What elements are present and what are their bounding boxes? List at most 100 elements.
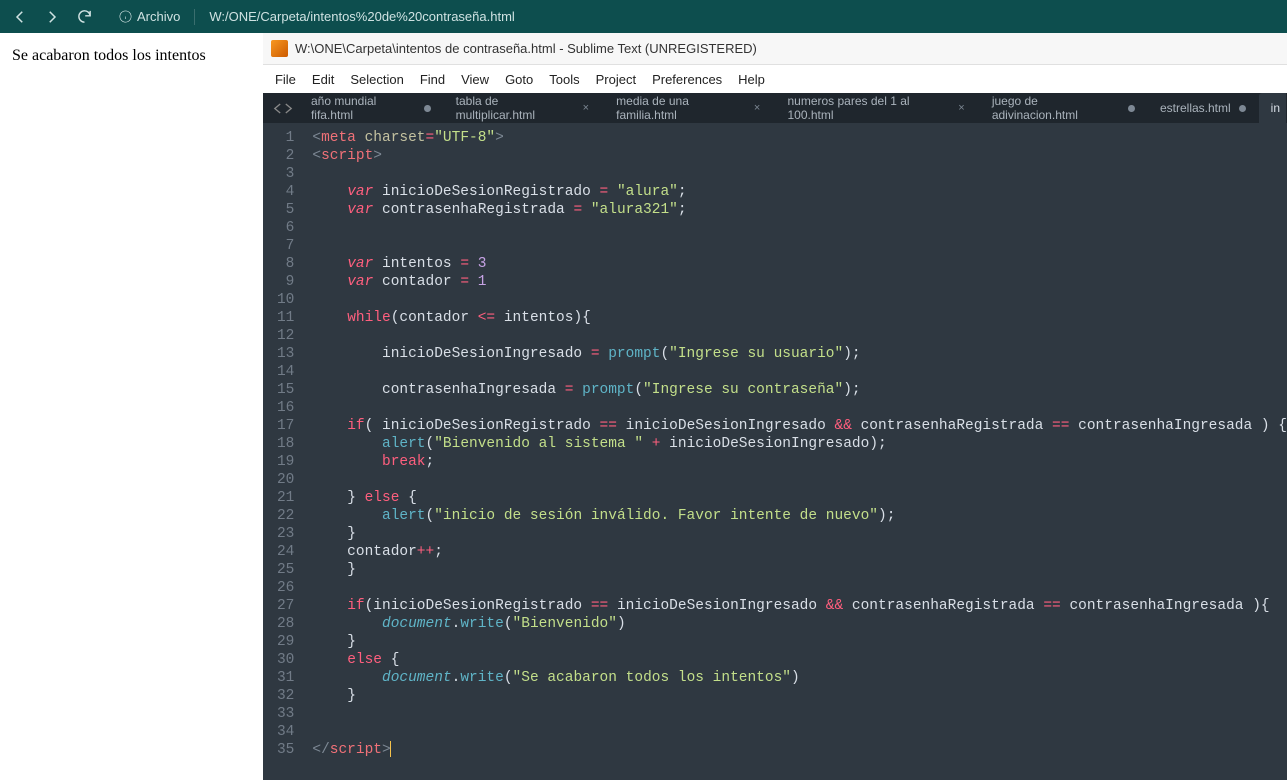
code-line[interactable]: } (312, 525, 1287, 543)
code-editor[interactable]: 1234567891011121314151617181920212223242… (263, 123, 1287, 780)
code-line[interactable]: break; (312, 453, 1287, 471)
line-number: 32 (277, 687, 294, 705)
sublime-editor: W:\ONE\Carpeta\intentos de contraseña.ht… (263, 33, 1287, 780)
menu-item-preferences[interactable]: Preferences (644, 72, 730, 87)
code-line[interactable]: else { (312, 651, 1287, 669)
line-number: 9 (277, 273, 294, 291)
code-line[interactable]: alert("Bienvenido al sistema " + inicioD… (312, 435, 1287, 453)
code-line[interactable]: var contador = 1 (312, 273, 1287, 291)
menu-item-goto[interactable]: Goto (497, 72, 541, 87)
code-line[interactable]: var inicioDeSesionRegistrado = "alura"; (312, 183, 1287, 201)
forward-button[interactable] (38, 3, 66, 31)
code-line[interactable]: var contrasenhaRegistrada = "alura321"; (312, 201, 1287, 219)
menu-item-help[interactable]: Help (730, 72, 773, 87)
line-number: 15 (277, 381, 294, 399)
code-line[interactable] (312, 723, 1287, 741)
code-line[interactable]: <script> (312, 147, 1287, 165)
code-line[interactable]: </script> (312, 741, 1287, 759)
sublime-icon (271, 40, 288, 57)
code-line[interactable]: } (312, 561, 1287, 579)
file-tab[interactable]: estrellas.html (1148, 93, 1258, 123)
menu-item-edit[interactable]: Edit (304, 72, 342, 87)
code-line[interactable]: var intentos = 3 (312, 255, 1287, 273)
line-number: 21 (277, 489, 294, 507)
line-number: 11 (277, 309, 294, 327)
code-body[interactable]: <meta charset="UTF-8"><script> var inici… (306, 123, 1287, 780)
code-line[interactable] (312, 363, 1287, 381)
info-icon[interactable]: Archivo (118, 9, 180, 24)
line-number: 4 (277, 183, 294, 201)
line-number-gutter: 1234567891011121314151617181920212223242… (263, 123, 306, 780)
file-tab[interactable]: tabla de multiplicar.html× (444, 93, 604, 123)
line-number: 31 (277, 669, 294, 687)
menu-item-tools[interactable]: Tools (541, 72, 587, 87)
code-line[interactable]: document.write("Se acabaron todos los in… (312, 669, 1287, 687)
code-line[interactable]: if( inicioDeSesionRegistrado == inicioDe… (312, 417, 1287, 435)
code-line[interactable]: } (312, 687, 1287, 705)
menu-item-project[interactable]: Project (588, 72, 644, 87)
code-line[interactable]: while(contador <= intentos){ (312, 309, 1287, 327)
line-number: 26 (277, 579, 294, 597)
line-number: 7 (277, 237, 294, 255)
tab-label: numeros pares del 1 al 100.html (787, 94, 950, 122)
close-icon[interactable]: × (754, 102, 763, 114)
content-row: Se acabaron todos los intentos W:\ONE\Ca… (0, 33, 1287, 780)
code-line[interactable] (312, 705, 1287, 723)
menu-item-selection[interactable]: Selection (342, 72, 411, 87)
code-line[interactable]: <meta charset="UTF-8"> (312, 129, 1287, 147)
tab-label: juego de adivinacion.html (992, 94, 1121, 122)
file-tab[interactable]: juego de adivinacion.html (980, 93, 1147, 123)
rendered-page: Se acabaron todos los intentos (0, 33, 263, 780)
url-path: W:/ONE/Carpeta/intentos%20de%20contraseñ… (209, 9, 514, 24)
file-tab[interactable]: in (1259, 93, 1286, 123)
line-number: 18 (277, 435, 294, 453)
line-number: 30 (277, 651, 294, 669)
menu-item-find[interactable]: Find (412, 72, 453, 87)
code-line[interactable]: contador++; (312, 543, 1287, 561)
line-number: 13 (277, 345, 294, 363)
close-icon[interactable]: × (583, 102, 592, 114)
code-line[interactable] (312, 399, 1287, 417)
code-line[interactable]: contrasenhaIngresada = prompt("Ingrese s… (312, 381, 1287, 399)
dirty-dot-icon (1128, 105, 1135, 112)
tab-nav[interactable] (267, 93, 299, 123)
address-bar[interactable]: Archivo W:/ONE/Carpeta/intentos%20de%20c… (108, 3, 1281, 31)
code-line[interactable] (312, 219, 1287, 237)
file-tab[interactable]: numeros pares del 1 al 100.html × (775, 93, 978, 123)
back-button[interactable] (6, 3, 34, 31)
file-tab[interactable]: media de una familia.html × (604, 93, 774, 123)
code-line[interactable]: document.write("Bienvenido") (312, 615, 1287, 633)
code-line[interactable]: inicioDeSesionIngresado = prompt("Ingres… (312, 345, 1287, 363)
tab-next-icon[interactable] (284, 103, 293, 114)
line-number: 28 (277, 615, 294, 633)
menu-item-view[interactable]: View (453, 72, 497, 87)
file-tab[interactable]: año mundial fifa.html (299, 93, 443, 123)
line-number: 34 (277, 723, 294, 741)
code-line[interactable] (312, 327, 1287, 345)
code-line[interactable]: } else { (312, 489, 1287, 507)
tab-prev-icon[interactable] (273, 103, 282, 114)
code-line[interactable] (312, 471, 1287, 489)
line-number: 33 (277, 705, 294, 723)
code-line[interactable] (312, 165, 1287, 183)
line-number: 8 (277, 255, 294, 273)
url-scheme-label: Archivo (137, 9, 180, 24)
line-number: 23 (277, 525, 294, 543)
line-number: 29 (277, 633, 294, 651)
line-number: 10 (277, 291, 294, 309)
menu-item-file[interactable]: File (267, 72, 304, 87)
code-line[interactable] (312, 579, 1287, 597)
editor-title-bar[interactable]: W:\ONE\Carpeta\intentos de contraseña.ht… (263, 33, 1287, 65)
code-line[interactable]: if(inicioDeSesionRegistrado == inicioDeS… (312, 597, 1287, 615)
code-line[interactable]: alert("inicio de sesión inválido. Favor … (312, 507, 1287, 525)
tab-label: media de una familia.html (616, 94, 746, 122)
line-number: 16 (277, 399, 294, 417)
url-separator (194, 9, 195, 25)
line-number: 20 (277, 471, 294, 489)
dirty-dot-icon (1239, 105, 1246, 112)
reload-button[interactable] (70, 3, 98, 31)
code-line[interactable] (312, 237, 1287, 255)
close-icon[interactable]: × (958, 102, 967, 114)
code-line[interactable] (312, 291, 1287, 309)
code-line[interactable]: } (312, 633, 1287, 651)
